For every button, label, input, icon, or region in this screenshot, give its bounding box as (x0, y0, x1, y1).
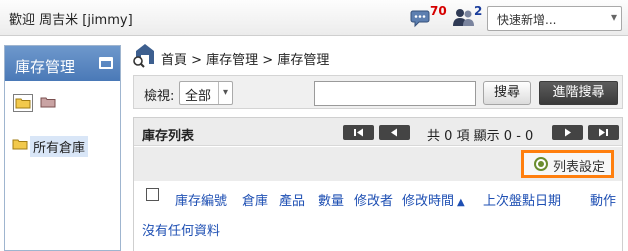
list-settings-row: 列表設定 (134, 147, 622, 181)
pagination-info: 共 0 項 顯示 0 - 0 (427, 129, 534, 144)
prev-page-button[interactable] (379, 125, 410, 140)
top-bar: 歡迎 周吉米 [jimmy] 70 2 快速新增... ▾ (0, 0, 628, 36)
list-settings-label: 列表設定 (553, 160, 606, 175)
search-input[interactable] (314, 81, 476, 106)
column-header-product[interactable]: 產品 (279, 190, 305, 209)
column-header-modified-time[interactable]: 修改時間 ▲ (402, 190, 465, 209)
list-toolbar: 庫存列表 共 0 項 顯示 0 - 0 (134, 118, 622, 146)
users-icon[interactable] (452, 6, 476, 28)
view-select-value: 全部 (185, 89, 212, 104)
quick-add-select[interactable]: 快速新增... ▾ (487, 6, 622, 31)
select-all-checkbox[interactable] (146, 188, 159, 201)
folder-icon[interactable] (39, 94, 59, 112)
users-count-badge[interactable]: 2 (474, 4, 482, 18)
sort-icon: ▲ (457, 197, 465, 208)
column-header-quantity[interactable]: 數量 (318, 190, 344, 209)
sidebar-title: 庫存管理 (15, 58, 76, 76)
first-page-button[interactable] (343, 125, 374, 140)
search-button[interactable]: 搜尋 (483, 81, 531, 105)
inventory-list-panel: 庫存列表 共 0 項 顯示 0 - 0 列表設定 庫存編號 倉庫 產品 數量 修… (133, 117, 623, 251)
tree-item-label: 所有倉庫 (30, 136, 89, 157)
column-header-warehouse[interactable]: 倉庫 (242, 190, 268, 209)
column-header-last-count-date[interactable]: 上次盤點日期 (483, 190, 561, 209)
view-label: 檢視: (144, 89, 175, 104)
column-header-stock-no[interactable]: 庫存編號 (175, 190, 227, 209)
settings-icon (534, 157, 548, 171)
speech-bubble-icon[interactable] (410, 8, 430, 28)
empty-message: 沒有任何資料 (142, 224, 221, 239)
minimize-icon[interactable] (99, 57, 113, 69)
column-header-actions: 動作 (590, 194, 617, 209)
next-page-button[interactable] (552, 125, 583, 140)
chevron-down-icon: ▾ (610, 10, 617, 24)
sidebar-header: 庫存管理 (5, 46, 120, 81)
list-title: 庫存列表 (142, 129, 195, 144)
column-header-label: 修改時間 (402, 194, 455, 209)
folder-icon (12, 137, 28, 155)
folder-icon[interactable] (13, 94, 33, 112)
column-header-modifier[interactable]: 修改者 (354, 190, 393, 209)
search-bar: 檢視: 全部 ▾ 搜尋 進階搜尋 (133, 75, 623, 109)
sidebar-panel: 庫存管理 所有倉庫 (4, 45, 121, 251)
table-header: 庫存編號 倉庫 產品 數量 修改者 修改時間 ▲ 上次盤點日期 動作 (134, 188, 622, 210)
messages-count-badge[interactable]: 70 (430, 4, 447, 18)
view-select[interactable]: 全部 ▾ (179, 81, 233, 105)
welcome-text: 歡迎 周吉米 [jimmy] (9, 13, 133, 28)
warehouse-search-icon (133, 42, 157, 68)
breadcrumb-text[interactable]: 首頁 > 庫存管理 > 庫存管理 (161, 49, 329, 68)
quick-add-placeholder: 快速新增... (497, 13, 557, 27)
last-page-button[interactable] (588, 125, 619, 140)
chevron-down-icon: ▾ (218, 82, 232, 104)
advanced-search-button[interactable]: 進階搜尋 (539, 81, 618, 105)
list-settings-button[interactable]: 列表設定 (521, 150, 614, 178)
